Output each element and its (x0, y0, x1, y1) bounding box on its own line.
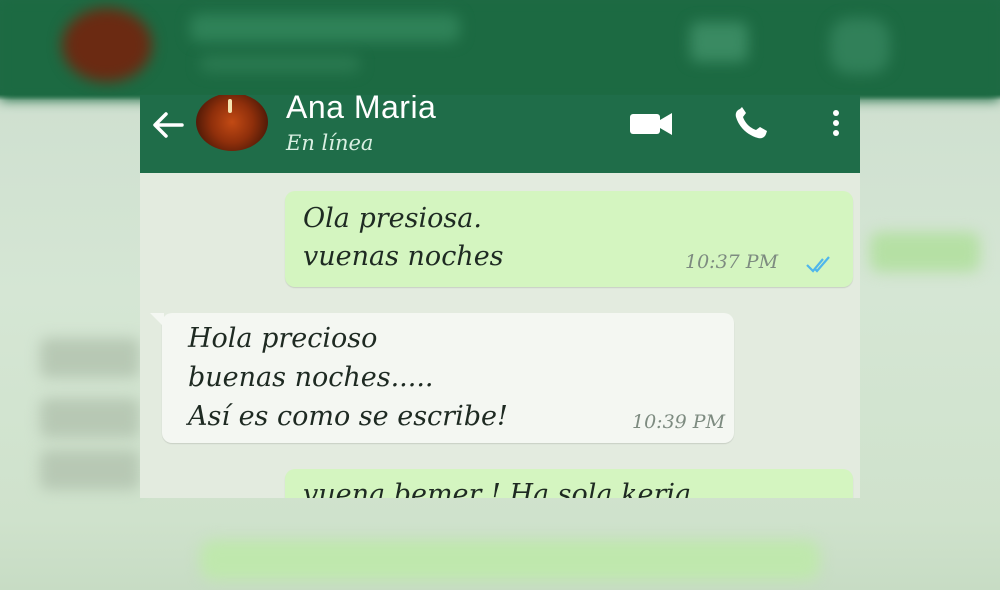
message-time: 10:39 PM (632, 411, 726, 433)
contact-name[interactable]: Ana Maria (286, 95, 436, 126)
video-call-icon[interactable] (628, 105, 676, 141)
avatar[interactable] (196, 95, 268, 151)
blurred-text (40, 398, 140, 438)
message-text: Ola presiosa. (303, 203, 482, 234)
message-bubble-outgoing[interactable]: Ola presiosa. vuenas noches 10:37 PM (285, 191, 853, 287)
contact-status: En línea (286, 131, 374, 155)
blurred-name (190, 14, 460, 42)
blurred-video-icon (690, 22, 748, 62)
double-check-icon (806, 256, 830, 273)
message-bubble-incoming[interactable]: Hola precioso buenas noches..... Así es … (150, 313, 734, 443)
message-text: Así es como se escribe! (188, 401, 508, 432)
message-text: Hola precioso (188, 323, 378, 354)
message-text: buenas noches..... (188, 362, 434, 393)
message-text: vuena bemer ! Ha sola keria (303, 479, 692, 498)
message-bubble-outgoing[interactable]: vuena bemer ! Ha sola keria (285, 469, 853, 498)
message-text: vuenas noches (303, 241, 504, 272)
message-time: 10:37 PM (685, 251, 779, 273)
blurred-text (40, 450, 140, 490)
chat-screen: Ana Maria En línea Ola presiosa. vuenas … (140, 95, 860, 498)
blurred-bubble (200, 540, 820, 580)
chat-header: Ana Maria En línea (140, 95, 860, 173)
more-vert-icon[interactable] (826, 105, 846, 141)
blurred-call-icon (830, 18, 890, 74)
blurred-status (200, 56, 360, 72)
back-arrow-icon[interactable] (148, 109, 186, 141)
phone-icon[interactable] (732, 105, 772, 141)
blurred-text (40, 338, 140, 378)
blurred-avatar (62, 8, 152, 82)
blurred-bubble (870, 232, 980, 272)
